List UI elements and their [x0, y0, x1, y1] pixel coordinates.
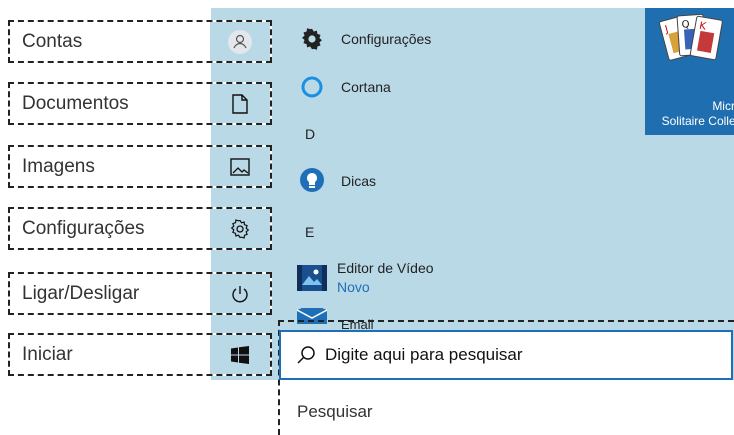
- configuracoes-callout[interactable]: Configurações: [8, 207, 272, 250]
- imagens-label: Imagens: [22, 155, 95, 177]
- app-editor-video-text: Editor de Vídeo Novo: [337, 260, 434, 295]
- app-dicas-icon-cell: [297, 166, 327, 196]
- documentos-icon-cell: [210, 84, 270, 123]
- gear-icon: [302, 28, 322, 50]
- windows-logo-icon: [231, 345, 249, 364]
- configuracoes-icon-cell: [210, 209, 270, 248]
- configuracoes-label: Configurações: [22, 217, 145, 239]
- section-letter-d[interactable]: D: [305, 126, 315, 142]
- documentos-label: Documentos: [22, 92, 129, 114]
- search-icon-cell: [281, 345, 331, 365]
- app-email[interactable]: Email: [297, 308, 374, 330]
- documentos-callout[interactable]: Documentos: [8, 82, 272, 125]
- contas-icon-cell: [210, 22, 270, 61]
- ligar-desligar-icon-cell: [210, 274, 270, 313]
- app-cortana-label: Cortana: [341, 79, 391, 95]
- search-icon: [297, 346, 315, 364]
- playing-cards-icon: J Q K: [658, 13, 723, 61]
- user-icon: [228, 29, 252, 54]
- gear-icon: [230, 218, 250, 239]
- imagens-callout[interactable]: Imagens: [8, 145, 272, 188]
- new-badge: Novo: [337, 279, 370, 295]
- iniciar-callout[interactable]: Iniciar: [8, 333, 272, 376]
- app-configuracoes-label: Configurações: [341, 31, 432, 47]
- app-configuracoes[interactable]: Configurações: [297, 24, 431, 54]
- search-box[interactable]: [279, 330, 733, 380]
- app-configuracoes-icon-cell: [297, 24, 327, 54]
- search-input[interactable]: [325, 345, 705, 365]
- app-cortana-icon-cell: [297, 72, 327, 102]
- ligar-desligar-label: Ligar/Desligar: [22, 282, 140, 304]
- power-icon: [232, 285, 248, 302]
- lightbulb-icon: [300, 168, 324, 192]
- contas-callout[interactable]: Contas: [8, 20, 272, 63]
- contas-label: Contas: [22, 30, 83, 52]
- solitaire-caption: Microsoft Solitaire Collection: [651, 99, 734, 129]
- image-icon: [230, 157, 250, 176]
- app-editor-video-label: Editor de Vídeo: [337, 260, 434, 276]
- cortana-icon: [301, 76, 323, 98]
- solitaire-caption-line1: Microsoft: [712, 99, 734, 113]
- app-email-icon-cell: [297, 308, 327, 330]
- iniciar-label: Iniciar: [22, 343, 73, 365]
- section-letter-e[interactable]: E: [305, 224, 314, 240]
- svg-text:Q: Q: [681, 19, 690, 31]
- document-icon: [232, 93, 248, 114]
- iniciar-icon-cell: [210, 335, 270, 374]
- app-editor-video-icon-cell: [297, 263, 327, 293]
- app-dicas-label: Dicas: [341, 173, 377, 189]
- app-dicas[interactable]: Dicas: [297, 166, 376, 196]
- app-email-label: Email: [341, 316, 374, 331]
- imagens-icon-cell: [210, 147, 270, 186]
- video-editor-icon: [297, 264, 327, 291]
- app-cortana[interactable]: Cortana: [297, 72, 391, 102]
- search-caption: Pesquisar: [297, 402, 373, 421]
- solitaire-tile[interactable]: J Q K Microsoft Solitaire Collection: [645, 8, 734, 135]
- search-callout-border-top: [278, 320, 734, 322]
- app-editor-video[interactable]: Editor de Vídeo Novo: [297, 260, 434, 295]
- solitaire-caption-line2: Solitaire Collection: [661, 114, 734, 128]
- ligar-desligar-callout[interactable]: Ligar/Desligar: [8, 272, 272, 315]
